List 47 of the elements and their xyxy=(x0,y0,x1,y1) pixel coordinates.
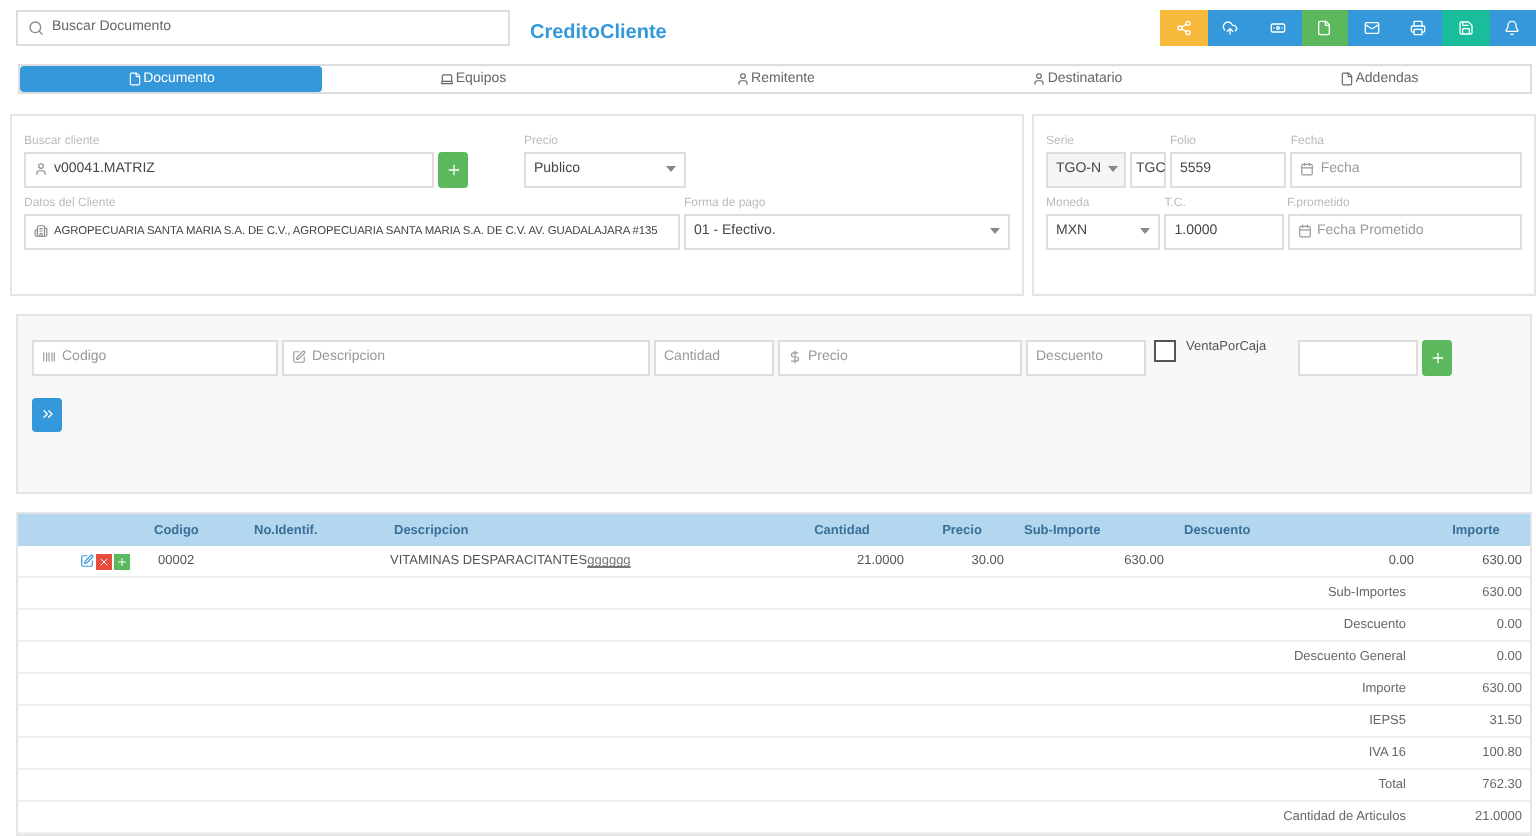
file-icon xyxy=(1339,71,1354,86)
file-icon xyxy=(1316,19,1333,35)
save-icon xyxy=(1457,19,1474,35)
page-title: CreditoCliente xyxy=(530,21,667,43)
toolbar-button[interactable] xyxy=(1348,9,1395,45)
toolbar-button[interactable] xyxy=(1254,9,1301,45)
user-icon xyxy=(1031,71,1046,86)
toolbar-button[interactable] xyxy=(1207,9,1254,45)
caret-icon xyxy=(1140,228,1151,235)
mail-icon xyxy=(1363,19,1380,35)
caret-icon xyxy=(1107,166,1118,173)
double-chevron-icon xyxy=(39,406,55,423)
banknote-icon xyxy=(1269,19,1286,35)
checkbox[interactable] xyxy=(1154,339,1176,362)
laptop-icon xyxy=(439,71,454,86)
edit-icon xyxy=(80,554,94,568)
delete-button[interactable] xyxy=(96,553,112,569)
box-quantity-field[interactable] xyxy=(1298,339,1419,376)
user-icon xyxy=(34,162,48,177)
barcode-icon xyxy=(42,350,56,365)
toolbar-button[interactable] xyxy=(1489,9,1536,45)
plus-icon xyxy=(1429,349,1446,366)
file-icon xyxy=(127,71,142,86)
add-client-button[interactable] xyxy=(438,151,468,188)
plus-icon xyxy=(116,555,128,567)
add-item-button[interactable] xyxy=(1422,339,1453,376)
toolbar-button[interactable] xyxy=(1395,9,1442,45)
cloud-upload-icon xyxy=(1222,19,1239,35)
calendar-icon xyxy=(1300,162,1315,177)
close-icon xyxy=(98,555,110,567)
add-button[interactable] xyxy=(114,553,130,569)
share-icon xyxy=(1175,19,1192,35)
printer-icon xyxy=(1410,19,1427,35)
caret-icon xyxy=(666,166,676,173)
building-icon xyxy=(34,224,48,239)
edit-icon xyxy=(292,350,306,365)
dollar-icon xyxy=(788,350,802,365)
caret-icon xyxy=(990,228,1000,235)
toolbar-button[interactable] xyxy=(1442,9,1489,45)
bell-icon xyxy=(1504,19,1521,35)
plus-icon xyxy=(445,161,461,178)
search-icon xyxy=(28,19,44,35)
next-button[interactable] xyxy=(32,397,62,432)
toolbar-button[interactable] xyxy=(1160,9,1207,45)
calendar-icon xyxy=(1297,224,1311,239)
toolbar-button[interactable] xyxy=(1301,9,1348,45)
user-icon xyxy=(735,71,750,86)
